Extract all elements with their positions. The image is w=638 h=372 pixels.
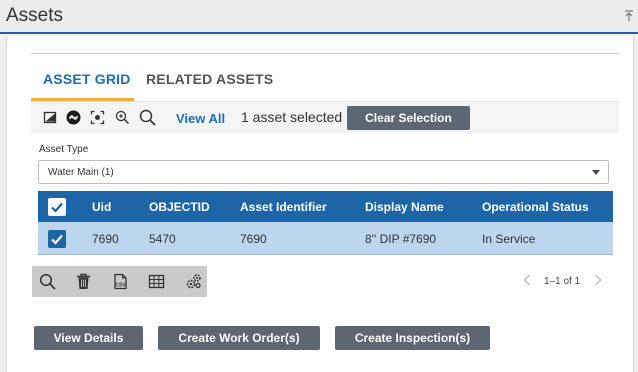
divider (31, 53, 619, 54)
column-header-asset-identifier[interactable]: Asset Identifier (240, 200, 327, 214)
csv-export-icon[interactable]: CSV (112, 273, 129, 290)
chevron-left-icon[interactable] (523, 274, 531, 286)
search-icon[interactable] (139, 109, 156, 126)
cell-objectid: 5470 (149, 232, 176, 246)
search-icon[interactable] (39, 273, 56, 290)
grid-toolbar: View All 1 asset selected Clear Selectio… (31, 102, 619, 133)
assets-panel: ASSET GRID RELATED ASSETS View All 1 ass… (6, 36, 634, 372)
chevron-down-icon (592, 170, 600, 175)
svg-text:CSV: CSV (115, 283, 126, 289)
trash-icon[interactable] (75, 273, 92, 290)
column-header-objectid[interactable]: OBJECTID (149, 200, 210, 214)
collapse-icon[interactable] (624, 10, 634, 22)
settings-gears-icon[interactable] (185, 273, 202, 290)
panel-title: Assets (6, 5, 64, 26)
view-details-button[interactable]: View Details (34, 326, 143, 350)
pager-status: 1–1 of 1 (544, 276, 581, 287)
asset-type-value: Water Main (1) (48, 167, 114, 178)
table-icon[interactable] (148, 273, 165, 290)
grid-actions-toolbar: CSV (32, 266, 207, 297)
cell-operational-status: In Service (482, 232, 536, 246)
view-all-link[interactable]: View All (176, 111, 225, 126)
create-inspection-button[interactable]: Create Inspection(s) (335, 326, 490, 350)
panel-header: Assets (0, 0, 638, 34)
cell-asset-identifier: 7690 (240, 232, 267, 246)
image-layer-icon[interactable] (43, 110, 58, 125)
row-checkbox[interactable] (48, 230, 66, 248)
selection-count: 1 asset selected (241, 109, 343, 125)
clear-selection-button[interactable]: Clear Selection (347, 106, 470, 130)
cell-display-name: 8'' DIP #7690 (365, 232, 437, 246)
column-header-display-name[interactable]: Display Name (365, 200, 444, 214)
column-header-uid[interactable]: Uid (92, 200, 111, 214)
zoom-in-icon[interactable] (115, 110, 130, 125)
table-row[interactable]: 7690 5470 7690 8'' DIP #7690 In Service (38, 222, 613, 255)
create-work-order-button[interactable]: Create Work Order(s) (158, 326, 320, 350)
select-all-checkbox[interactable] (48, 198, 66, 216)
link-icon[interactable] (66, 110, 81, 125)
tab-related-assets[interactable]: RELATED ASSETS (146, 71, 273, 87)
cell-uid: 7690 (92, 232, 119, 246)
grid-header: Uid OBJECTID Asset Identifier Display Na… (38, 191, 613, 222)
chevron-right-icon[interactable] (594, 274, 602, 286)
tab-asset-grid[interactable]: ASSET GRID (43, 71, 131, 87)
zoom-to-selection-icon[interactable] (90, 110, 105, 125)
asset-type-select[interactable]: Water Main (1) (38, 160, 609, 184)
column-header-operational-status[interactable]: Operational Status (482, 200, 589, 214)
asset-type-label: Asset Type (39, 144, 89, 155)
